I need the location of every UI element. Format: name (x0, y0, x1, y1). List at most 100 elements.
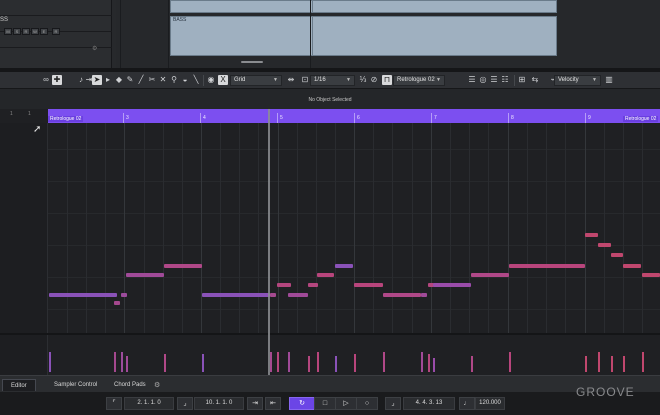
write-button[interactable]: W (31, 28, 39, 35)
velocity-bar[interactable] (623, 356, 625, 372)
mute-button[interactable]: M (4, 28, 12, 35)
scale-icon[interactable]: ☷ (500, 75, 510, 85)
record-button[interactable]: R (22, 28, 30, 35)
line-tool-icon[interactable]: ╲ (191, 75, 201, 85)
midi-note[interactable] (585, 233, 598, 237)
quantize-icon[interactable]: ⊡ (300, 75, 310, 85)
velocity-bar[interactable] (202, 354, 204, 372)
velocity-bar[interactable] (288, 352, 290, 372)
stop-button[interactable]: □ (314, 397, 336, 410)
track-lanes[interactable]: BASS (116, 0, 660, 68)
tempo-display[interactable]: 120.000 (475, 397, 505, 410)
velocity-bar[interactable] (642, 352, 644, 372)
edit-button[interactable]: E (40, 28, 48, 35)
velocity-bar[interactable] (126, 356, 128, 372)
transform-icon[interactable]: ⇆ (530, 75, 540, 85)
cycle-button[interactable]: ↻ (289, 397, 315, 410)
right-locator-display[interactable]: 10. 1. 1. 0 (194, 397, 244, 410)
edit-instrument-icon[interactable]: ☰ (467, 75, 477, 85)
arrow-tool-icon[interactable]: ➤ (92, 75, 102, 85)
midi-note[interactable] (277, 283, 291, 287)
mute-tool-icon[interactable]: ✕ (158, 75, 168, 85)
midi-part-bass[interactable] (312, 16, 557, 56)
velocity-bar[interactable] (354, 354, 356, 372)
midi-note[interactable] (202, 293, 270, 297)
velocity-bar[interactable] (121, 352, 123, 372)
ruler[interactable]: 1 1 Retrologue 02 3 4 5 6 7 8 9 Retrolog… (0, 109, 660, 123)
chord-icon[interactable]: ⊞ (517, 75, 527, 85)
snap-icon[interactable]: X (218, 75, 228, 85)
gear-icon[interactable]: ⚙ (154, 381, 160, 389)
velocity-bar[interactable] (270, 352, 272, 372)
midi-note[interactable] (354, 283, 383, 287)
solo-button[interactable]: S (13, 28, 21, 35)
midi-note[interactable] (335, 264, 353, 268)
right-locator-icon[interactable]: ⌟ (177, 397, 193, 410)
tab-sampler-control[interactable]: Sampler Control (46, 379, 105, 391)
velocity-bar[interactable] (509, 352, 511, 372)
tempo-icon[interactable]: ♩ (459, 397, 475, 410)
no-symbol-icon[interactable]: ⊘ (369, 75, 379, 85)
split-icon[interactable]: ✂ (147, 75, 157, 85)
gear-icon[interactable]: ⚙ (92, 45, 97, 52)
midi-note[interactable] (383, 293, 421, 297)
velocity-bar[interactable] (585, 356, 587, 372)
piano-keyboard[interactable] (0, 123, 48, 333)
velocity-bar[interactable] (598, 352, 600, 372)
filter-icon[interactable]: ☰ (489, 75, 499, 85)
position-mode-icon[interactable]: ⌟ (385, 397, 401, 410)
midi-note[interactable] (121, 293, 127, 297)
part-ruler-bar[interactable]: Retrologue 02 3 4 5 6 7 8 9 Retrologue 0… (48, 109, 660, 123)
left-locator-icon[interactable]: ⌜ (106, 397, 122, 410)
midi-note[interactable] (611, 253, 623, 257)
zoom-icon[interactable]: ⚲ (169, 75, 179, 85)
velocity-bar[interactable] (308, 356, 310, 372)
read-button[interactable]: R (52, 28, 60, 35)
solo-editor-icon[interactable]: ✚ (52, 75, 62, 85)
velocity-bar[interactable] (428, 354, 430, 372)
position-display[interactable]: 4. 4. 3. 13 (403, 397, 455, 410)
midi-note[interactable] (642, 273, 660, 277)
grid-type-select[interactable]: Grid ▼ (230, 75, 282, 86)
punch-out-icon[interactable]: ⇤ (265, 397, 281, 410)
midi-note[interactable] (421, 293, 427, 297)
erase-icon[interactable]: ◆ (114, 75, 124, 85)
velocity-bar[interactable] (114, 352, 116, 372)
velocity-bar[interactable] (277, 352, 279, 372)
resize-icon[interactable]: ▸ (103, 75, 113, 85)
midi-note[interactable] (270, 293, 276, 297)
playhead-cursor[interactable] (268, 109, 270, 375)
midi-note[interactable] (509, 264, 585, 268)
midi-note[interactable] (126, 273, 164, 277)
velocity-bar[interactable] (433, 358, 435, 372)
velocity-bar[interactable] (335, 356, 337, 372)
pencil-icon[interactable]: ✎ (125, 75, 135, 85)
midi-note[interactable] (598, 243, 611, 247)
midi-note[interactable] (623, 264, 641, 268)
midi-note[interactable] (471, 273, 509, 277)
midi-note[interactable] (114, 301, 120, 305)
play-button[interactable]: ▷ (335, 397, 357, 410)
draw-icon[interactable]: ╱ (136, 75, 146, 85)
velocity-bar[interactable] (49, 352, 51, 372)
link-icon[interactable]: ∞ (41, 75, 51, 85)
midi-note[interactable] (433, 283, 471, 287)
velocity-grid[interactable] (48, 335, 660, 375)
record-button[interactable]: ○ (356, 397, 378, 410)
controller-lane-select[interactable]: Velocity ▼ (554, 75, 601, 86)
channel-settings-icon[interactable]: ◎ (478, 75, 488, 85)
midi-note[interactable] (288, 293, 308, 297)
midi-part[interactable] (312, 0, 557, 13)
velocity-bar[interactable] (383, 352, 385, 372)
horizontal-scrollbar[interactable] (241, 61, 263, 63)
triplet-icon[interactable]: ⅓ (358, 75, 368, 85)
nudge-icon[interactable]: ⇹ (286, 75, 296, 85)
velocity-bar[interactable] (471, 356, 473, 372)
bucket-icon[interactable]: ◒ (180, 75, 190, 85)
velocity-bar[interactable] (317, 352, 319, 372)
tab-chord-pads[interactable]: Chord Pads (106, 379, 154, 391)
tab-editor[interactable]: Editor (2, 379, 36, 391)
midi-note[interactable] (308, 283, 318, 287)
punch-in-icon[interactable]: ⇥ (247, 397, 263, 410)
velocity-bar[interactable] (421, 352, 423, 372)
